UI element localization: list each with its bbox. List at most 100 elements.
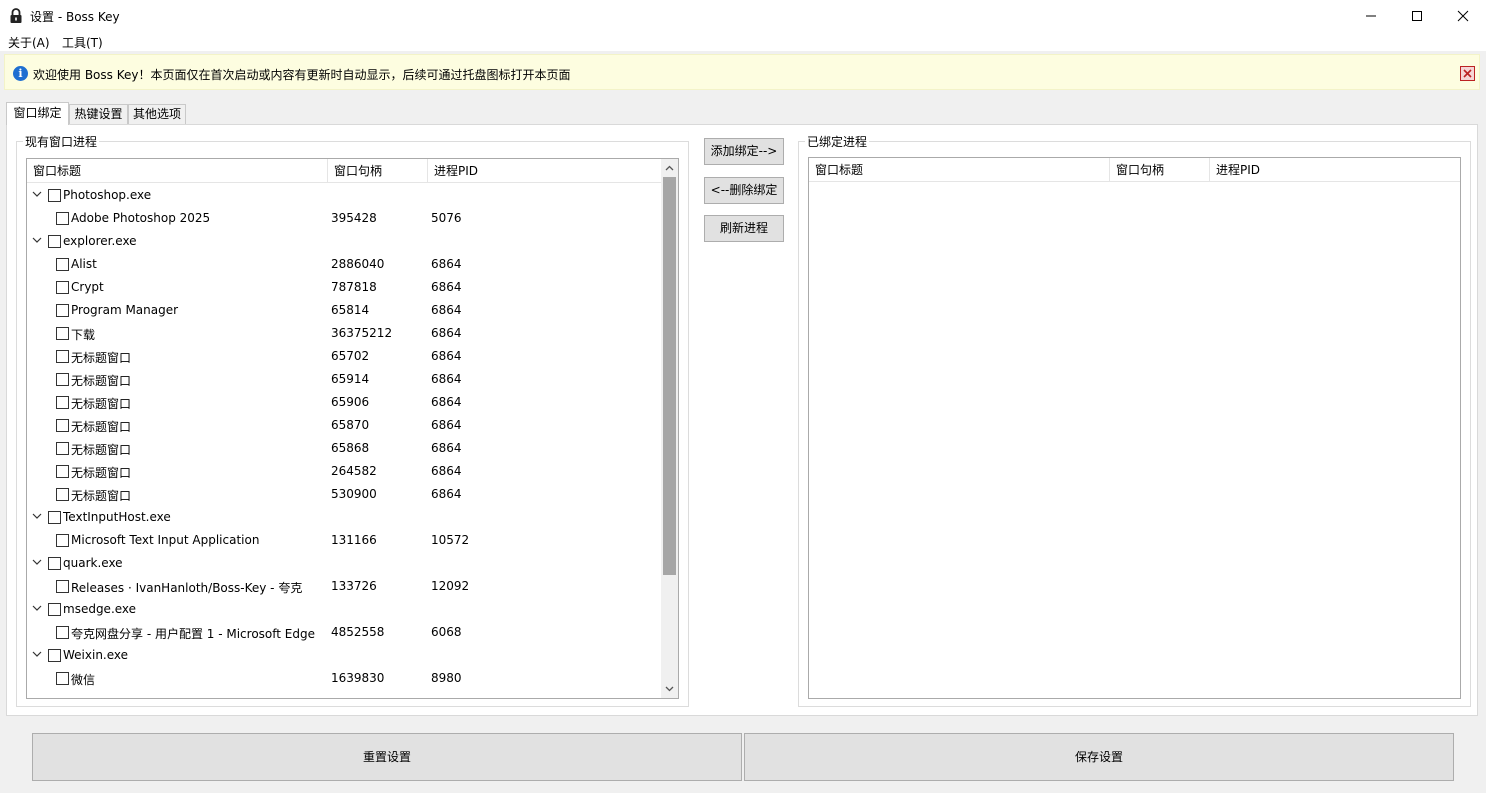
row-pid: 6864 [431, 303, 462, 317]
tab-hotkey-settings[interactable]: 热键设置 [69, 104, 128, 124]
row-checkbox[interactable] [56, 281, 69, 294]
row-title: Microsoft Text Input Application [71, 533, 260, 547]
window-row[interactable]: 夸克网盘分享 - 用户配置 1 - Microsoft Edge 4852558 6… [27, 621, 661, 644]
chevron-down-icon[interactable] [32, 189, 42, 199]
chevron-down-icon[interactable] [32, 603, 42, 613]
reset-settings-button[interactable]: 重置设置 [32, 733, 742, 781]
window-row[interactable]: Alist 2886040 6864 [27, 253, 661, 276]
close-window-button[interactable] [1440, 0, 1486, 31]
column-window-handle[interactable]: 窗口句柄 [328, 159, 428, 183]
row-title: 夸克网盘分享 - 用户配置 1 - Microsoft Edge [71, 627, 315, 641]
window-row[interactable]: Microsoft Text Input Application 131166 10… [27, 529, 661, 552]
process-group-row[interactable]: explorer.exe [27, 230, 661, 253]
window-row[interactable]: 无标题窗口 65868 6864 [27, 437, 661, 460]
row-checkbox[interactable] [56, 327, 69, 340]
row-handle: 264582 [331, 464, 377, 478]
window-row[interactable]: 无标题窗口 65870 6864 [27, 414, 661, 437]
row-checkbox[interactable] [56, 488, 69, 501]
window-row[interactable]: 无标题窗口 264582 6864 [27, 460, 661, 483]
scroll-down-icon[interactable] [664, 683, 675, 694]
existing-processes-list[interactable]: 窗口标题 窗口句柄 进程PID Photoshop.exe Adobe Photo… [26, 158, 679, 699]
row-title: 无标题窗口 [71, 397, 132, 411]
row-checkbox[interactable] [56, 672, 69, 685]
window-row[interactable]: 无标题窗口 65702 6864 [27, 345, 661, 368]
maximize-button[interactable] [1394, 0, 1440, 31]
chevron-down-icon[interactable] [32, 235, 42, 245]
row-checkbox[interactable] [56, 396, 69, 409]
row-checkbox[interactable] [56, 442, 69, 455]
close-icon [1457, 10, 1469, 21]
row-checkbox[interactable] [48, 649, 61, 662]
info-icon: i [13, 66, 28, 81]
chevron-down-icon[interactable] [32, 557, 42, 567]
row-checkbox[interactable] [56, 304, 69, 317]
menu-about[interactable]: 关于(A) [8, 34, 50, 51]
save-settings-button[interactable]: 保存设置 [744, 733, 1454, 781]
row-checkbox[interactable] [56, 465, 69, 478]
minimize-button[interactable] [1348, 0, 1394, 31]
lock-icon [10, 8, 22, 23]
process-group-row[interactable]: TextInputHost.exe [27, 506, 661, 529]
process-group-row[interactable]: msedge.exe [27, 598, 661, 621]
window-row[interactable]: 无标题窗口 65914 6864 [27, 368, 661, 391]
window-row[interactable]: Adobe Photoshop 2025 395428 5076 [27, 207, 661, 230]
window-row[interactable]: 无标题窗口 530900 6864 [27, 483, 661, 506]
row-pid: 12092 [431, 579, 470, 593]
column-window-title[interactable]: 窗口标题 [27, 159, 328, 183]
row-checkbox[interactable] [56, 212, 69, 225]
vertical-scrollbar[interactable] [661, 159, 678, 698]
row-checkbox[interactable] [48, 603, 61, 616]
row-checkbox[interactable] [48, 189, 61, 202]
process-group-row[interactable]: Weixin.exe [27, 644, 661, 667]
column-process-pid[interactable]: 进程PID [1210, 158, 1460, 182]
info-bar: i 欢迎使用 Boss Key！本页面仅在首次启动或内容有更新时自动显示，后续可… [4, 54, 1480, 90]
row-checkbox[interactable] [56, 419, 69, 432]
row-title: 无标题窗口 [71, 443, 132, 457]
window-row[interactable]: 下载 36375212 6864 [27, 322, 661, 345]
menu-bar: 关于(A) 工具(T) [0, 31, 1486, 51]
row-title: explorer.exe [63, 234, 137, 248]
tab-other-options[interactable]: 其他选项 [128, 104, 186, 124]
row-title: 下载 [71, 328, 96, 342]
chevron-down-icon[interactable] [32, 511, 42, 521]
window-row[interactable]: Program Manager 65814 6864 [27, 299, 661, 322]
row-checkbox[interactable] [56, 350, 69, 363]
scroll-up-icon[interactable] [664, 163, 675, 174]
bound-processes-group: 已绑定进程 窗口标题 窗口句柄 进程PID [798, 133, 1471, 707]
column-window-title[interactable]: 窗口标题 [809, 158, 1110, 182]
window-row[interactable]: 无标题窗口 65906 6864 [27, 391, 661, 414]
row-title: 无标题窗口 [71, 489, 132, 503]
row-checkbox[interactable] [56, 580, 69, 593]
scrollbar-thumb[interactable] [663, 177, 676, 575]
row-checkbox[interactable] [56, 373, 69, 386]
chevron-down-icon[interactable] [32, 649, 42, 659]
add-binding-button[interactable]: 添加绑定--> [704, 138, 784, 165]
remove-binding-button[interactable]: <--删除绑定 [704, 177, 784, 204]
info-close-button[interactable] [1460, 66, 1475, 81]
row-handle: 395428 [331, 211, 377, 225]
row-checkbox[interactable] [56, 534, 69, 547]
row-handle: 65702 [331, 349, 370, 363]
row-handle: 36375212 [331, 326, 393, 340]
window-row[interactable]: 微信 1639830 8980 [27, 667, 661, 690]
maximize-icon [1412, 10, 1422, 21]
process-group-row[interactable]: Photoshop.exe [27, 184, 661, 207]
column-window-handle[interactable]: 窗口句柄 [1110, 158, 1210, 182]
row-checkbox[interactable] [56, 258, 69, 271]
row-checkbox[interactable] [56, 626, 69, 639]
tab-window-binding[interactable]: 窗口绑定 [6, 102, 69, 125]
menu-tools[interactable]: 工具(T) [62, 34, 103, 51]
refresh-processes-button[interactable]: 刷新进程 [704, 215, 784, 242]
row-checkbox[interactable] [48, 235, 61, 248]
window-row[interactable]: Releases · IvanHanloth/Boss-Key - 夸克 1337… [27, 575, 661, 598]
row-title: Program Manager [71, 303, 179, 317]
row-pid: 6864 [431, 372, 462, 386]
process-group-row[interactable]: quark.exe [27, 552, 661, 575]
window-row[interactable]: Crypt 787818 6864 [27, 276, 661, 299]
row-checkbox[interactable] [48, 511, 61, 524]
column-process-pid[interactable]: 进程PID [428, 159, 528, 183]
group-title: 现有窗口进程 [23, 133, 100, 150]
row-checkbox[interactable] [48, 557, 61, 570]
row-title: TextInputHost.exe [63, 510, 171, 524]
bound-processes-list[interactable]: 窗口标题 窗口句柄 进程PID [808, 157, 1461, 699]
